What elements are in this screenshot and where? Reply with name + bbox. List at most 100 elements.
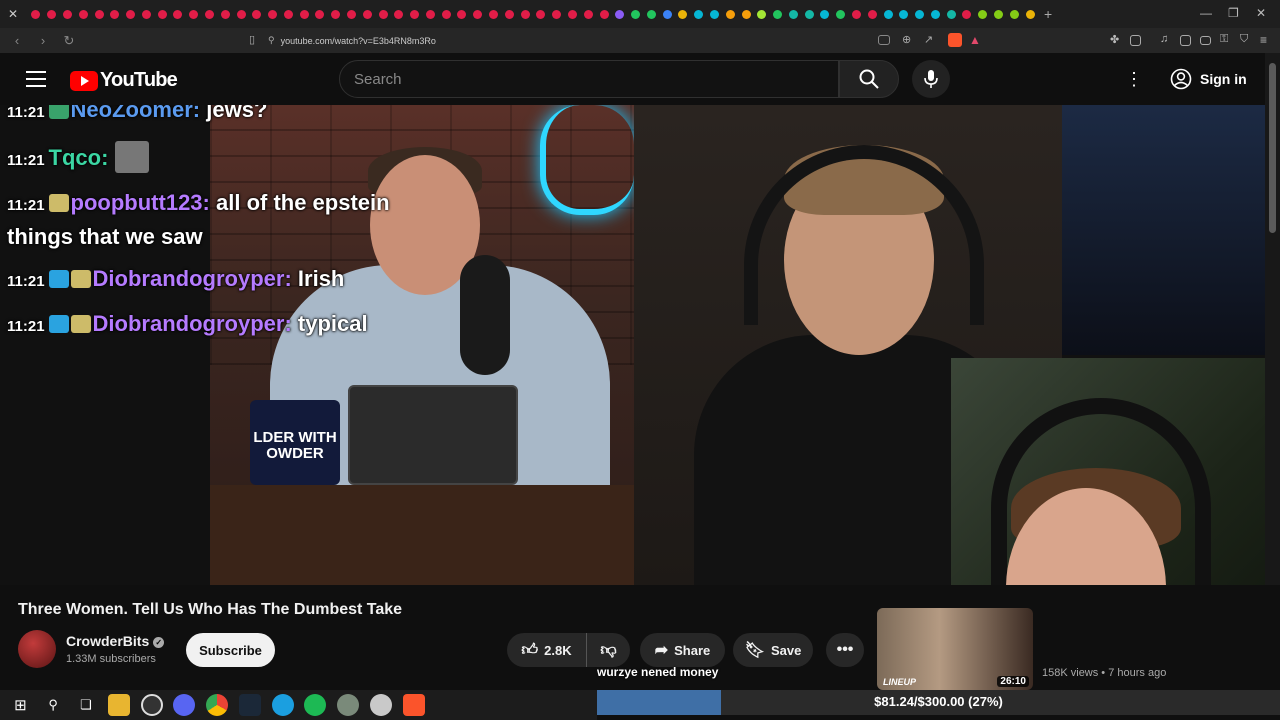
video-player[interactable]: LDER WITH OWDER 11:21 NeoZoomer: jews? 11… (0, 105, 1265, 585)
browser-tab[interactable] (110, 9, 120, 19)
browser-tab[interactable] (410, 9, 420, 19)
browser-tab[interactable] (347, 9, 357, 19)
youtube-logo[interactable]: YouTube (70, 69, 178, 92)
app-icon-2[interactable] (369, 694, 392, 716)
browser-tab[interactable] (457, 9, 467, 19)
obs-icon[interactable] (140, 694, 163, 716)
browser-tab[interactable] (899, 9, 909, 19)
cast-icon[interactable] (878, 35, 890, 45)
browser-tab[interactable] (504, 9, 514, 19)
browser-tab[interactable] (425, 9, 435, 19)
save-button[interactable]: 🔖︎ Save (733, 633, 813, 667)
settings-more-icon[interactable]: ⋮ (1124, 69, 1144, 89)
browser-tab[interactable] (536, 9, 546, 19)
browser-tab[interactable] (615, 9, 625, 19)
browser-tab[interactable] (631, 9, 641, 19)
browser-tab[interactable] (867, 9, 877, 19)
dislike-button[interactable]: 👎︎ (587, 633, 630, 667)
browser-tab[interactable] (994, 9, 1004, 19)
wallet-2-icon[interactable] (1200, 36, 1211, 45)
close-tab-icon[interactable]: ✕ (4, 5, 22, 23)
browser-tab[interactable] (94, 9, 104, 19)
zoom-icon[interactable]: ⊕ (902, 33, 916, 47)
browser-tab[interactable] (678, 9, 688, 19)
browser-tab[interactable] (836, 9, 846, 19)
browser-tab[interactable] (552, 9, 562, 19)
browser-tab[interactable] (394, 9, 404, 19)
browser-tab[interactable] (236, 9, 246, 19)
file-explorer-icon[interactable] (107, 694, 130, 716)
browser-tab[interactable] (788, 9, 798, 19)
browser-tab[interactable] (725, 9, 735, 19)
browser-tab[interactable] (709, 9, 719, 19)
browser-tab[interactable] (915, 9, 925, 19)
browser-tab[interactable] (47, 9, 57, 19)
spotify-icon[interactable] (304, 694, 327, 716)
browser-tab[interactable] (378, 9, 388, 19)
subscribe-button[interactable]: Subscribe (186, 633, 275, 667)
browser-tab[interactable] (694, 9, 704, 19)
forward-icon[interactable]: › (34, 33, 52, 48)
wallet-icon[interactable] (1130, 35, 1141, 46)
browser-tab[interactable] (78, 9, 88, 19)
browser-tab[interactable] (962, 9, 972, 19)
browser-tab[interactable] (567, 9, 577, 19)
brave-icon[interactable] (402, 694, 425, 716)
browser-tab[interactable] (978, 9, 988, 19)
app-icon[interactable] (337, 694, 360, 716)
browser-tab[interactable] (268, 9, 278, 19)
browser-tab[interactable] (946, 9, 956, 19)
search-input[interactable]: Search (339, 60, 839, 98)
browser-tab[interactable] (662, 9, 672, 19)
browser-tab[interactable] (804, 9, 814, 19)
browser-tab[interactable] (252, 9, 262, 19)
browser-tab[interactable] (299, 9, 309, 19)
back-icon[interactable]: ‹ (8, 33, 26, 48)
browser-tab[interactable] (362, 9, 372, 19)
menu-icon[interactable]: ≡ (1260, 33, 1274, 47)
voice-search-button[interactable] (912, 60, 950, 98)
recommended-video-thumbnail[interactable]: LINEUP 26:10 (877, 608, 1033, 690)
bookmark-icon[interactable]: ▯ (249, 33, 255, 46)
browser-tab[interactable] (1025, 9, 1035, 19)
browser-tab[interactable] (62, 9, 72, 19)
sidebar-icon[interactable] (1180, 35, 1191, 46)
browser-tab[interactable] (189, 9, 199, 19)
browser-tab[interactable] (220, 9, 230, 19)
browser-tab[interactable] (852, 9, 862, 19)
browser-tab[interactable] (883, 9, 893, 19)
browser-tab[interactable] (599, 9, 609, 19)
shield-icon[interactable]: ⛉ (1240, 33, 1254, 47)
browser-tab[interactable] (441, 9, 451, 19)
search-icon[interactable]: ⚲ (42, 694, 64, 716)
extensions-icon[interactable]: ✤ (1110, 33, 1124, 47)
browser-tab[interactable] (646, 9, 656, 19)
site-info-icon[interactable]: ⚲ (268, 35, 275, 46)
reload-icon[interactable]: ↻ (60, 33, 78, 49)
browser-tab[interactable] (173, 9, 183, 19)
browser-tab[interactable] (126, 9, 136, 19)
browser-tab[interactable] (520, 9, 530, 19)
browser-tab[interactable] (1009, 9, 1019, 19)
more-actions-button[interactable]: ••• (826, 633, 864, 667)
channel-name[interactable]: CrowderBits ✓ (66, 633, 165, 649)
windows-icon[interactable]: ⊞ (9, 694, 31, 716)
restore-icon[interactable]: ❐ (1228, 6, 1239, 20)
sign-in-button[interactable]: Sign in (1164, 63, 1259, 95)
share-page-icon[interactable]: ↗ (924, 33, 938, 47)
discord-icon[interactable] (173, 694, 196, 716)
browser-tab[interactable] (157, 9, 167, 19)
browser-tab[interactable] (141, 9, 151, 19)
like-button[interactable]: 👍︎ 2.8K (507, 633, 587, 667)
task-view-icon[interactable]: ❏ (75, 694, 97, 716)
minimize-icon[interactable]: — (1200, 6, 1212, 20)
browser-tab[interactable] (757, 9, 767, 19)
browser-tab[interactable] (315, 9, 325, 19)
browser-tab[interactable] (283, 9, 293, 19)
search-button[interactable] (839, 60, 899, 98)
browser-tab[interactable] (820, 9, 830, 19)
edge-icon[interactable] (271, 694, 294, 716)
browser-tab[interactable] (473, 9, 483, 19)
browser-tab[interactable] (31, 9, 41, 19)
vpn-icon[interactable]: ⚿ (1220, 33, 1234, 47)
